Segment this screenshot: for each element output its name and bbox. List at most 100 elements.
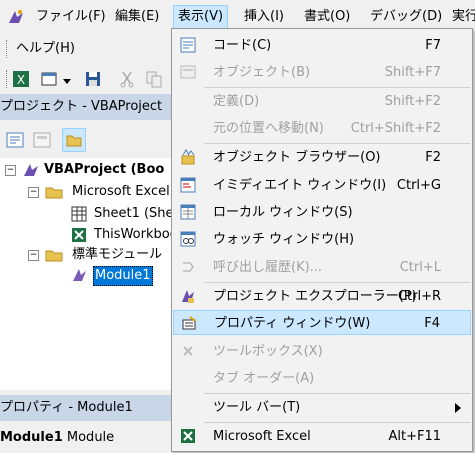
collapse-toggle[interactable]: − xyxy=(5,165,16,176)
menu-item-call-stack[interactable]: 呼び出し履歴(K)... Ctrl+L xyxy=(173,255,471,280)
object-browser-icon xyxy=(180,149,196,165)
menu-item-last-position[interactable]: 元の位置へ移動(N) Ctrl+Shift+F2 xyxy=(173,116,471,141)
menu-help[interactable]: ヘルプ(H) xyxy=(16,38,75,60)
menu-item-shortcut: Alt+F11 xyxy=(388,429,441,444)
properties-object-name: Module1 xyxy=(0,430,63,445)
project-pane-title: プロジェクト - VBAProject xyxy=(0,94,175,120)
menu-item-label: タブ オーダー(A) xyxy=(213,371,315,386)
tree-item-vbaproject[interactable]: VBAProject (Boo xyxy=(44,161,164,179)
menu-separator xyxy=(204,282,470,283)
vbaproject-icon xyxy=(22,161,40,179)
folder-icon xyxy=(44,246,64,264)
properties-object-selector[interactable]: Module1 Module xyxy=(0,427,175,449)
menu-item-microsoft-excel[interactable]: Microsoft Excel Alt+F11 xyxy=(173,424,471,449)
menu-item-label: プロジェクト エクスプローラー(P) xyxy=(213,289,417,304)
menu-item-shortcut: F2 xyxy=(425,150,441,165)
view-menu-dropdown: コード(C) F7 オブジェクト(B) Shift+F7 定義(D) Shift… xyxy=(171,28,473,452)
menu-item-shortcut: Ctrl+R xyxy=(397,289,441,304)
collapse-toggle[interactable]: − xyxy=(28,187,39,198)
view-object-icon[interactable] xyxy=(33,132,51,148)
menu-item-shortcut: Shift+F7 xyxy=(384,65,441,80)
menu-separator xyxy=(204,422,470,423)
menu-item-label: 元の位置へ移動(N) xyxy=(213,121,324,136)
watch-window-icon xyxy=(180,231,196,247)
menu-item-code[interactable]: コード(C) F7 xyxy=(173,33,471,58)
menu-item-label: ツール バー(T) xyxy=(213,400,301,415)
toolbar-grip[interactable] xyxy=(6,70,10,88)
locals-window-icon xyxy=(180,204,196,220)
menu-item-label: コード(C) xyxy=(213,38,272,53)
tree-item-module1[interactable]: Module1 xyxy=(93,266,153,286)
menu-item-shortcut: F4 xyxy=(424,316,440,331)
folder-icon xyxy=(66,135,82,147)
menu-item-label: オブジェクト ブラウザー(O) xyxy=(213,150,381,165)
menu-item-project-explorer[interactable]: プロジェクト エクスプローラー(P) Ctrl+R xyxy=(173,284,471,309)
menu-item-watch-window[interactable]: ウォッチ ウィンドウ(H) xyxy=(173,227,471,252)
menu-item-label: オブジェクト(B) xyxy=(213,65,311,80)
menu-item-locals-window[interactable]: ローカル ウィンドウ(S) xyxy=(173,200,471,225)
menu-item-label: 定義(D) xyxy=(213,94,260,109)
view-code-icon[interactable] xyxy=(6,132,24,148)
project-pane-toolbar xyxy=(0,120,175,158)
menu-edit[interactable]: 編集(E) xyxy=(111,6,163,28)
properties-object-type: Module xyxy=(66,430,115,445)
tree-item-standard-modules[interactable]: 標準モジュール xyxy=(72,246,162,264)
worksheet-icon xyxy=(70,205,88,223)
collapse-toggle[interactable]: − xyxy=(28,250,39,261)
code-icon xyxy=(180,37,196,53)
menu-item-toolbars[interactable]: ツール バー(T) xyxy=(173,395,471,420)
menu-insert[interactable]: 挿入(I) xyxy=(240,6,288,28)
folder-icon xyxy=(44,183,64,201)
menu-separator xyxy=(204,393,470,394)
menu-item-object-browser[interactable]: オブジェクト ブラウザー(O) F2 xyxy=(173,145,471,170)
menu-file[interactable]: ファイル(F) xyxy=(32,6,110,28)
object-icon xyxy=(180,64,196,80)
tree-item-thisworkbook[interactable]: ThisWorkboo xyxy=(94,226,175,244)
menu-item-label: イミディエイト ウィンドウ(I) xyxy=(213,178,387,193)
menu-item-immediate-window[interactable]: イミディエイト ウィンドウ(I) Ctrl+G xyxy=(173,173,471,198)
menu-item-shortcut: Ctrl+Shift+F2 xyxy=(350,121,441,136)
tree-item-sheet1[interactable]: Sheet1 (She xyxy=(94,205,174,223)
vba-logo-icon xyxy=(7,9,25,25)
grip-handle[interactable] xyxy=(6,40,10,58)
menu-item-shortcut: Ctrl+L xyxy=(399,260,441,275)
menu-item-definition[interactable]: 定義(D) Shift+F2 xyxy=(173,89,471,114)
menu-item-label: ローカル ウィンドウ(S) xyxy=(213,205,353,220)
excel-view-icon[interactable]: X xyxy=(12,70,30,88)
immediate-window-icon xyxy=(180,177,196,193)
toggle-folders-button[interactable] xyxy=(62,128,86,152)
properties-pane-title: プロパティ - Module1 xyxy=(0,395,175,421)
menu-item-label: ツールボックス(X) xyxy=(213,344,323,359)
menu-item-shortcut: Shift+F2 xyxy=(384,94,441,109)
menu-item-properties-window[interactable]: プロパティ ウィンドウ(W) F4 xyxy=(173,310,471,335)
menu-item-object[interactable]: オブジェクト(B) Shift+F7 xyxy=(173,60,471,85)
call-stack-icon xyxy=(180,259,196,275)
menu-separator xyxy=(204,143,470,144)
toolbox-icon xyxy=(180,343,196,359)
menu-item-tab-order[interactable]: タブ オーダー(A) xyxy=(173,366,471,391)
menu-item-toolbox[interactable]: ツールボックス(X) xyxy=(173,339,471,364)
menu-debug[interactable]: デバッグ(D) xyxy=(366,6,446,28)
submenu-arrow-icon xyxy=(455,403,461,413)
menu-separator xyxy=(204,87,470,88)
project-tree: − VBAProject (Boo − Microsoft Excel Shee… xyxy=(0,158,175,390)
menu-item-label: プロパティ ウィンドウ(W) xyxy=(214,316,371,331)
properties-window-icon xyxy=(181,315,197,331)
menu-format[interactable]: 書式(O) xyxy=(300,6,354,28)
save-icon[interactable] xyxy=(84,70,102,88)
project-explorer-icon xyxy=(180,288,196,304)
menu-item-label: 呼び出し履歴(K)... xyxy=(213,260,323,275)
menu-item-label: Microsoft Excel xyxy=(213,429,311,444)
chevron-down-icon[interactable] xyxy=(62,74,72,92)
excel-icon xyxy=(180,428,196,444)
insert-userform-icon[interactable] xyxy=(40,70,58,88)
menu-run[interactable]: 実行 xyxy=(448,6,475,28)
tree-item-excel-objects[interactable]: Microsoft Excel xyxy=(72,183,170,201)
svg-text:X: X xyxy=(17,73,25,87)
menu-view[interactable]: 表示(V) xyxy=(173,5,229,29)
menu-item-shortcut: F7 xyxy=(425,38,441,53)
menu-item-shortcut: Ctrl+G xyxy=(396,178,441,193)
workbook-icon xyxy=(70,226,88,244)
cut-icon[interactable] xyxy=(118,70,136,88)
copy-icon[interactable] xyxy=(145,70,163,88)
